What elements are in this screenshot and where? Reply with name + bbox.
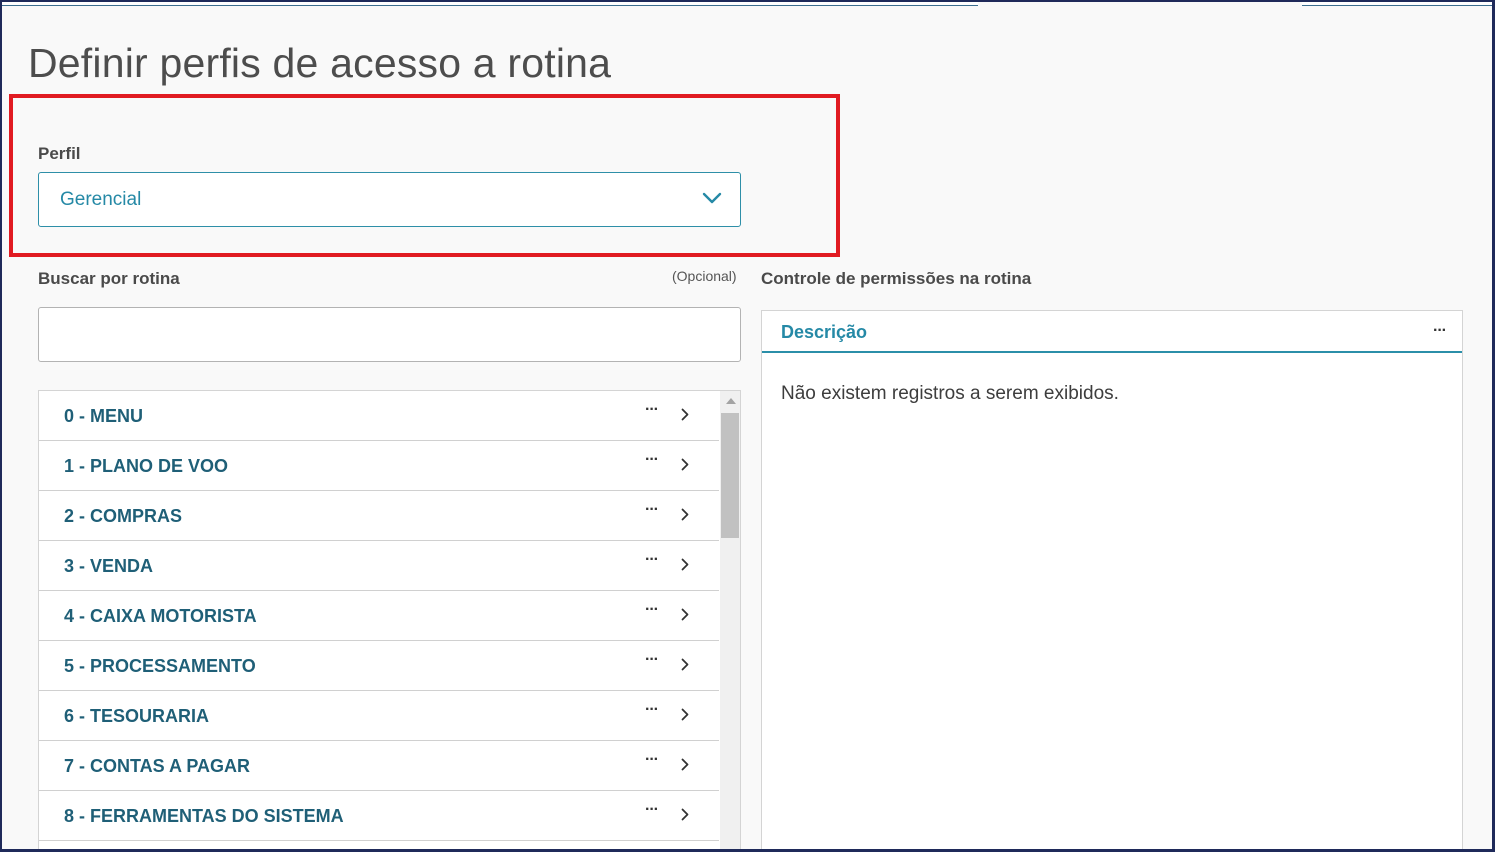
more-horizontal-icon[interactable]: ··· [645, 751, 659, 769]
chevron-right-icon[interactable] [681, 708, 689, 721]
routine-list: 0 - MENU ··· 1 - PLANO DE VOO ··· 2 - COMPRA… [38, 390, 741, 850]
chevron-right-icon[interactable] [681, 558, 689, 571]
routine-list-item[interactable]: 2 - COMPRAS ··· [39, 491, 719, 541]
chevron-right-icon[interactable] [681, 808, 689, 821]
top-tab-strip-right [1302, 0, 1492, 6]
routine-list-item[interactable]: 3 - VENDA ··· [39, 541, 719, 591]
routine-label: 3 - VENDA [64, 556, 154, 576]
scroll-thumb[interactable] [721, 413, 739, 538]
chevron-right-icon[interactable] [681, 508, 689, 521]
more-horizontal-icon[interactable]: ··· [645, 501, 659, 519]
column-header-descricao[interactable]: Descrição [781, 322, 867, 343]
perfil-select[interactable]: Gerencial [38, 172, 741, 227]
routine-label: 8 - FERRAMENTAS DO SISTEMA [64, 806, 344, 826]
more-horizontal-icon[interactable]: ··· [1433, 322, 1447, 340]
routine-items: 0 - MENU ··· 1 - PLANO DE VOO ··· 2 - COMPRA… [39, 391, 719, 841]
routine-label: 6 - TESOURARIA [64, 706, 210, 726]
routine-list-item[interactable]: 1 - PLANO DE VOO ··· [39, 441, 719, 491]
scroll-up-arrow-icon[interactable] [726, 398, 736, 404]
more-horizontal-icon[interactable]: ··· [645, 401, 659, 419]
permissions-panel: Descrição ··· Não existem registros a se… [761, 310, 1463, 850]
routine-list-item[interactable]: 5 - PROCESSAMENTO ··· [39, 641, 719, 691]
chevron-right-icon[interactable] [681, 758, 689, 771]
more-horizontal-icon[interactable]: ··· [645, 801, 659, 819]
permissions-title: Controle de permissões na rotina [761, 269, 1032, 288]
more-horizontal-icon[interactable]: ··· [645, 601, 659, 619]
more-horizontal-icon[interactable]: ··· [645, 451, 659, 469]
empty-message: Não existem registros a serem exibidos. [781, 383, 1119, 404]
more-horizontal-icon[interactable]: ··· [645, 551, 659, 569]
routine-label: 0 - MENU [64, 406, 144, 426]
search-label: Buscar por rotina [38, 269, 180, 288]
chevron-right-icon[interactable] [681, 458, 689, 471]
routine-label: 1 - PLANO DE VOO [64, 456, 229, 476]
optional-hint: (Opcional) [672, 268, 737, 284]
routine-label: 7 - CONTAS A PAGAR [64, 756, 251, 776]
routine-list-item[interactable]: 0 - MENU ··· [39, 391, 719, 441]
more-horizontal-icon[interactable]: ··· [645, 651, 659, 669]
routine-list-item[interactable]: 4 - CAIXA MOTORISTA ··· [39, 591, 719, 641]
page-title: Definir perfis de acesso a rotina [28, 40, 612, 86]
routine-label: 5 - PROCESSAMENTO [64, 656, 256, 676]
perfil-selected-value: Gerencial [60, 188, 142, 210]
scrollbar[interactable] [720, 391, 740, 850]
routine-list-item[interactable]: 6 - TESOURARIA ··· [39, 691, 719, 741]
chevron-right-icon[interactable] [681, 608, 689, 621]
perfil-label: Perfil [38, 144, 81, 163]
chevron-down-icon[interactable] [702, 191, 722, 205]
routine-list-item[interactable]: 7 - CONTAS A PAGAR ··· [39, 741, 719, 791]
chevron-right-icon[interactable] [681, 408, 689, 421]
top-tab-strip [2, 0, 978, 6]
routine-label: 2 - COMPRAS [64, 506, 183, 526]
more-horizontal-icon[interactable]: ··· [645, 701, 659, 719]
routine-label: 4 - CAIXA MOTORISTA [64, 606, 257, 626]
permissions-table-header: Descrição ··· [762, 311, 1462, 353]
chevron-right-icon[interactable] [681, 658, 689, 671]
routine-list-item[interactable]: 8 - FERRAMENTAS DO SISTEMA ··· [39, 791, 719, 841]
search-input[interactable] [38, 307, 741, 362]
